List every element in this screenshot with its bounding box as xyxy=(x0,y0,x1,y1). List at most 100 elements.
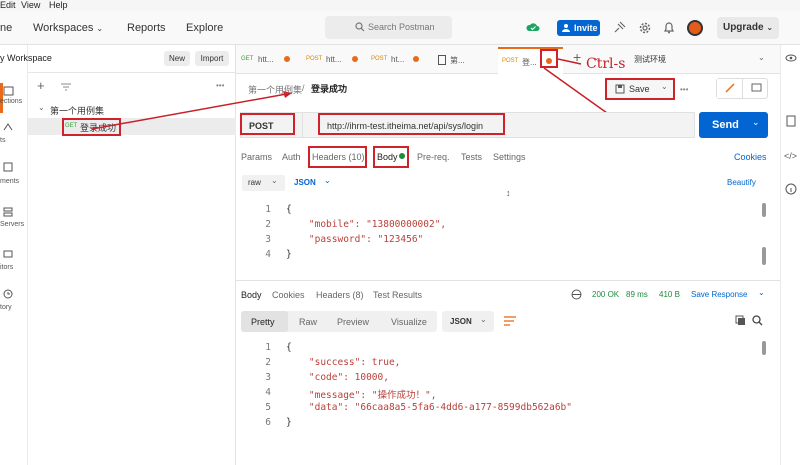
avatar[interactable] xyxy=(687,20,703,36)
menu-bar: Edit View Help xyxy=(0,0,800,11)
tab-auth[interactable]: Auth xyxy=(282,152,301,162)
invite-label: Invite xyxy=(574,23,598,33)
invite-button[interactable]: Invite xyxy=(557,20,600,36)
wrap-lines-icon[interactable] xyxy=(503,315,517,327)
globe-icon[interactable] xyxy=(571,289,582,300)
chevron-down-icon: ⌄ xyxy=(766,23,774,32)
menu-help[interactable]: Help xyxy=(49,0,68,10)
workspaces-menu[interactable]: Workspaces ⌄ xyxy=(33,22,103,34)
tab-params[interactable]: Params xyxy=(241,152,272,162)
response-lang-select[interactable]: JSON ⌄ xyxy=(442,311,494,332)
bell-icon[interactable] xyxy=(662,21,676,35)
import-button[interactable]: Import xyxy=(195,51,229,66)
chevron-down-icon: ⌄ xyxy=(96,24,104,33)
body-lang-select[interactable]: JSON xyxy=(294,178,316,187)
line-number: 4 xyxy=(265,249,271,260)
home-link[interactable]: ne xyxy=(0,22,12,34)
code-line: } xyxy=(286,249,292,260)
cookies-link[interactable]: Cookies xyxy=(734,152,767,162)
code-icon[interactable]: </> xyxy=(784,151,797,161)
chevron-down-icon: ⌄ xyxy=(758,288,765,297)
more-options-icon[interactable]: ••• xyxy=(680,85,688,94)
comment-icon[interactable] xyxy=(751,83,762,93)
line-number: 1 xyxy=(265,342,271,353)
view-visualize[interactable]: Visualize xyxy=(391,317,427,327)
response-tab-results[interactable]: Test Results xyxy=(373,290,422,300)
response-tab-body[interactable]: Body xyxy=(241,290,262,300)
explore-link[interactable]: Explore xyxy=(186,22,223,34)
view-preview[interactable]: Preview xyxy=(337,317,369,327)
workspace-title: y Workspace xyxy=(0,53,52,63)
code-line: { xyxy=(286,204,292,215)
response-time: 89 ms xyxy=(626,290,648,299)
view-pretty[interactable]: Pretty xyxy=(241,311,288,332)
response-tab-headers[interactable]: Headers (8) xyxy=(316,290,364,300)
info-icon[interactable] xyxy=(785,183,797,195)
tab-prereq[interactable]: Pre-req. xyxy=(417,152,450,162)
rail-collections-label: ections xyxy=(0,98,23,105)
body-mode-label: raw xyxy=(248,178,261,187)
documentation-icon[interactable] xyxy=(786,115,796,127)
line-number: 1 xyxy=(265,204,271,215)
code-line: "message": "操作成功！", xyxy=(286,390,437,401)
beautify-link[interactable]: Beautify xyxy=(727,178,756,187)
code-line: "code": 10000, xyxy=(286,372,389,383)
eye-icon[interactable] xyxy=(785,53,797,63)
gear-icon[interactable] xyxy=(638,21,652,35)
history-icon[interactable] xyxy=(3,289,13,299)
annotation-box-headers xyxy=(308,146,367,168)
code-line: "success": true, xyxy=(286,357,401,368)
resize-handle-icon[interactable]: ↕ xyxy=(506,188,511,198)
menu-view[interactable]: View xyxy=(21,0,40,10)
menu-edit[interactable]: Edit xyxy=(0,0,16,10)
request-body-editor[interactable]: 1 { 2 "mobile": "13800000002", 3 "passwo… xyxy=(236,199,780,269)
code-line: "mobile": "13800000002", xyxy=(286,219,447,230)
sidebar-more-icon[interactable]: ••• xyxy=(216,81,224,90)
annotation-box-body xyxy=(373,146,409,168)
status-badge: 200 OK xyxy=(592,290,620,299)
reports-link[interactable]: Reports xyxy=(127,22,166,34)
send-label: Send xyxy=(712,119,739,131)
sync-cloud-icon[interactable] xyxy=(526,21,540,35)
app-header: ne Workspaces ⌄ Reports Explore Search P… xyxy=(0,11,800,45)
view-raw[interactable]: Raw xyxy=(299,317,317,327)
editor-scrollbar[interactable] xyxy=(762,247,766,265)
tab-settings[interactable]: Settings xyxy=(493,152,526,162)
response-size: 410 B xyxy=(659,290,680,299)
search-icon[interactable] xyxy=(752,315,763,326)
right-rail: </> xyxy=(780,45,800,465)
search-input[interactable]: Search Postman xyxy=(325,16,452,39)
rail-apis-label: ts xyxy=(0,137,6,144)
response-scrollbar[interactable] xyxy=(762,341,766,355)
body-mode-select[interactable]: raw ⌄ xyxy=(242,175,285,191)
add-collection-icon[interactable]: + xyxy=(37,78,45,93)
mock-servers-icon[interactable] xyxy=(3,207,13,217)
tab-tests[interactable]: Tests xyxy=(461,152,482,162)
workspaces-label: Workspaces xyxy=(33,22,94,34)
apis-icon[interactable] xyxy=(3,122,13,132)
pencil-icon[interactable] xyxy=(717,79,743,98)
edit-toggle[interactable] xyxy=(716,78,768,99)
line-number: 4 xyxy=(265,387,271,398)
line-number: 3 xyxy=(265,372,271,383)
send-button[interactable]: Send ⌄ xyxy=(699,112,768,138)
editor-scrollbar[interactable] xyxy=(762,203,766,217)
breadcrumb-separator: / xyxy=(302,83,305,93)
monitors-icon[interactable] xyxy=(3,250,13,260)
breadcrumb-parent[interactable]: 第一个用例集 xyxy=(248,83,302,96)
response-body-viewer[interactable]: 1 { 2 "success": true, 3 "code": 10000, … xyxy=(236,339,780,439)
save-response-button[interactable]: Save Response xyxy=(691,290,747,299)
code-line: } xyxy=(286,417,292,428)
collections-icon[interactable] xyxy=(3,85,15,97)
line-number: 2 xyxy=(265,219,271,230)
chevron-down-icon: ⌄ xyxy=(324,176,331,185)
satellite-icon[interactable] xyxy=(612,21,626,35)
response-tab-cookies[interactable]: Cookies xyxy=(272,290,305,300)
chevron-down-icon: ⌄ xyxy=(271,176,278,185)
response-view-tabs: Pretty Raw Preview Visualize xyxy=(241,311,437,332)
code-line: "data": "66caa8a5-5fa6-4dd6-a177-8599db5… xyxy=(286,402,572,413)
environments-icon[interactable] xyxy=(3,162,13,172)
filter-icon[interactable] xyxy=(60,82,72,92)
upgrade-button[interactable]: Upgrade ⌄ xyxy=(717,17,779,39)
copy-icon[interactable] xyxy=(735,315,746,326)
